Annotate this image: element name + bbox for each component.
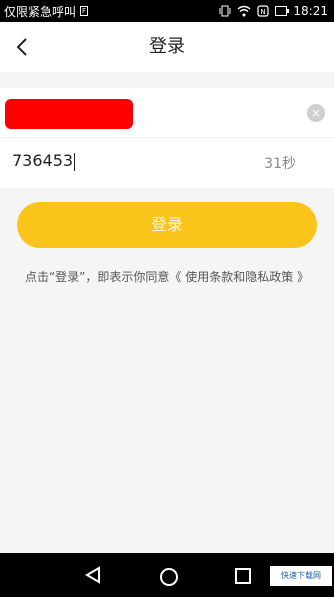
circle-home-icon[interactable] [160,568,178,586]
svg-text:N: N [261,8,266,16]
agreement-text[interactable]: 点击“登录”，即表示你同意《 使用条款和隐私政策 》 [0,268,334,285]
sim-icon: F [80,6,89,16]
verification-code-value: 736453 [12,151,74,170]
text-caret [74,152,76,171]
watermark-logo: 快速下载网 [270,566,332,586]
login-button[interactable]: 登录 [17,202,317,248]
status-time: 18:21 [293,4,328,18]
status-bar: 仅限紧急呼叫 F N 18:21 [0,0,334,22]
wifi-icon [237,5,251,17]
header: 登录 [0,22,334,72]
resend-countdown: 31秒 [264,156,296,172]
redacted-phone-number [5,99,133,129]
clear-icon[interactable]: × [307,104,325,122]
nfc-icon: N [257,5,270,17]
vibrate-icon [219,5,231,17]
battery-icon [275,6,290,16]
carrier-label: 仅限紧急呼叫 [4,4,77,19]
verification-code-field[interactable]: 736453 31秒 [0,138,334,188]
page-title: 登录 [149,36,185,57]
phone-field[interactable]: × [0,88,334,138]
square-recents-icon[interactable] [235,568,251,584]
triangle-back-icon[interactable] [85,566,101,584]
login-form: × 736453 31秒 [0,88,334,188]
